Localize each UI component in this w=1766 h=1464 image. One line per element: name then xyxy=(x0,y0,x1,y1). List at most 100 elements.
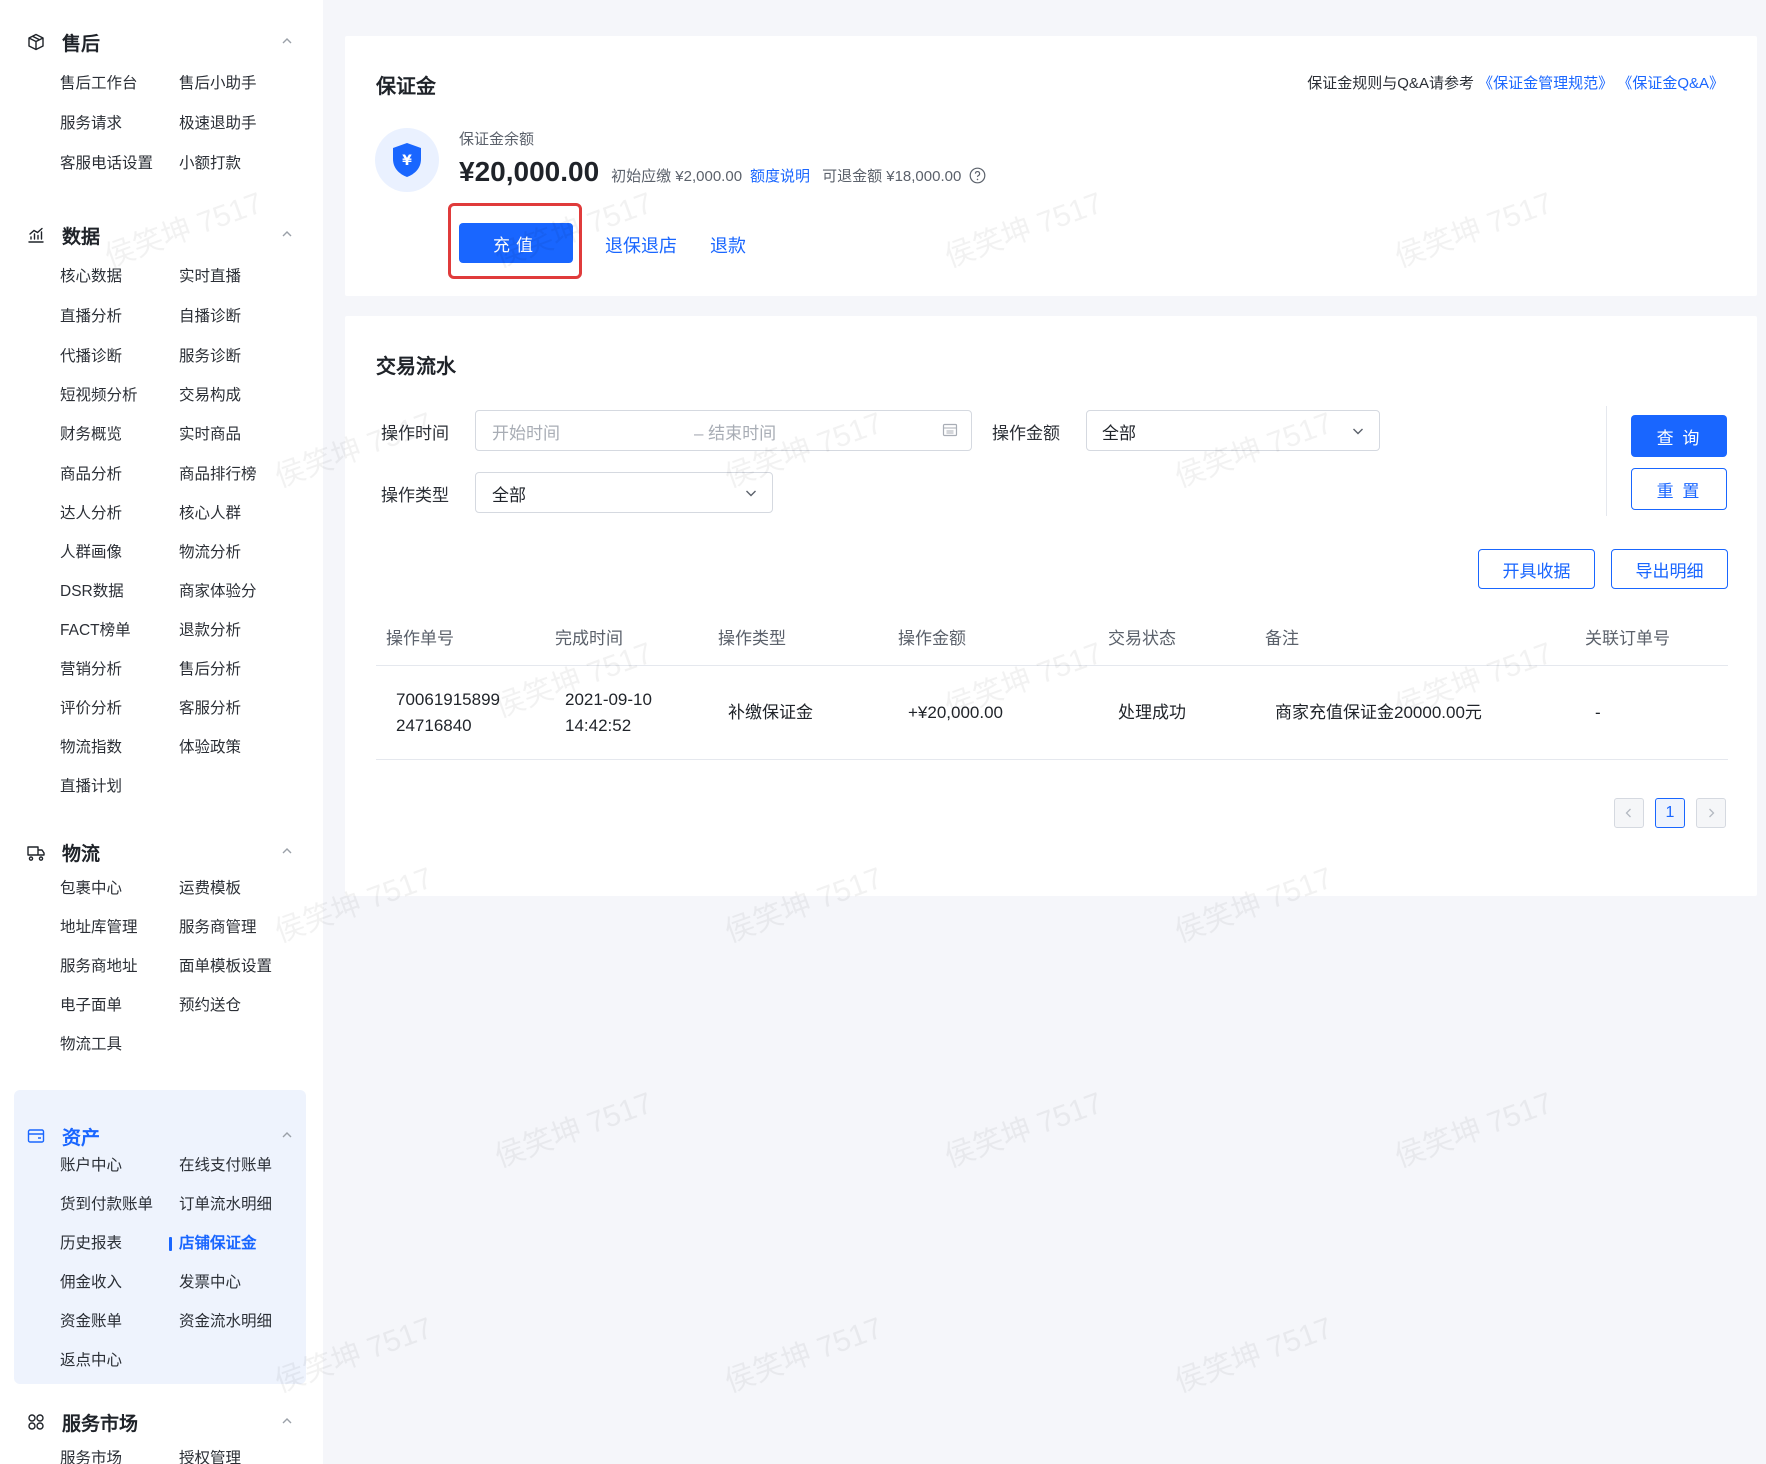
sidebar-item-account-center[interactable]: 账户中心 xyxy=(60,1156,122,1176)
chevron-up-icon[interactable] xyxy=(280,1414,294,1428)
sidebar-item-provider-management[interactable]: 服务商管理 xyxy=(179,918,257,938)
cell-operation-amount: +¥20,000.00 xyxy=(908,703,1004,722)
reset-button[interactable]: 重 置 xyxy=(1631,468,1727,510)
sidebar-item-logistics-analysis[interactable]: 物流分析 xyxy=(179,543,241,563)
column-header-remark: 备注 xyxy=(1265,629,1299,648)
sidebar-item-history-reports[interactable]: 历史报表 xyxy=(60,1234,122,1254)
sidebar-section-header-service-market[interactable]: 服务市场 xyxy=(26,1402,294,1442)
sidebar-item-review-analysis[interactable]: 评价分析 xyxy=(60,699,122,719)
sidebar-item-service-market[interactable]: 服务市场 xyxy=(60,1449,122,1464)
sidebar-item-invoice-center[interactable]: 发票中心 xyxy=(179,1273,241,1293)
sidebar-section-title: 物流 xyxy=(62,843,101,865)
sidebar-item-package-center[interactable]: 包裹中心 xyxy=(60,879,122,899)
sidebar-item-small-payments[interactable]: 小额打款 xyxy=(179,154,241,174)
chevron-up-icon[interactable] xyxy=(280,844,294,858)
sidebar-item-finance-overview[interactable]: 财务概览 xyxy=(60,425,122,445)
sidebar-item-address-library[interactable]: 地址库管理 xyxy=(60,918,138,938)
sidebar-item-short-video-analysis[interactable]: 短视频分析 xyxy=(60,386,138,406)
recharge-button[interactable]: 充值 xyxy=(459,223,573,263)
amount-select-value: 全部 xyxy=(1102,424,1136,443)
pagination-page-button[interactable]: 1 xyxy=(1655,798,1685,828)
sidebar-item-logistics-tools[interactable]: 物流工具 xyxy=(60,1035,122,1055)
sidebar-item-commission-income[interactable]: 佣金收入 xyxy=(60,1273,122,1293)
cell-related-order: - xyxy=(1595,703,1601,722)
pagination-next-button[interactable] xyxy=(1696,798,1726,828)
sidebar-item-marketing-analysis[interactable]: 营销分析 xyxy=(60,660,122,680)
sidebar-item-service-requests[interactable]: 服务请求 xyxy=(60,114,122,134)
sidebar-item-product-analysis[interactable]: 商品分析 xyxy=(60,465,122,485)
sidebar-item-core-data[interactable]: 核心数据 xyxy=(60,267,122,287)
sidebar-item-influencer-analysis[interactable]: 达人分析 xyxy=(60,504,122,524)
export-details-button[interactable]: 导出明细 xyxy=(1611,549,1728,589)
query-button[interactable]: 查 询 xyxy=(1631,415,1727,457)
sidebar-item-cs-phone-settings[interactable]: 客服电话设置 xyxy=(60,154,153,174)
sidebar-section-title: 服务市场 xyxy=(62,1413,139,1435)
sidebar-item-shop-deposit[interactable]: 店铺保证金 xyxy=(169,1234,257,1254)
chevron-up-icon[interactable] xyxy=(280,34,294,48)
question-circle-icon[interactable] xyxy=(969,167,986,184)
column-header-operation-amount: 操作金额 xyxy=(898,629,966,648)
deposit-qa-link[interactable]: 《保证金Q&A》 xyxy=(1617,75,1724,92)
transactions-card xyxy=(345,316,1757,896)
chevron-down-icon[interactable] xyxy=(1351,424,1365,438)
sidebar-item-scheduled-warehouse-delivery[interactable]: 预约送仓 xyxy=(179,996,241,1016)
quota-explanation-link[interactable]: 额度说明 xyxy=(750,165,810,186)
pagination-prev-button[interactable] xyxy=(1614,798,1644,828)
sidebar-item-shipping-template[interactable]: 运费模板 xyxy=(179,879,241,899)
end-time-input[interactable]: – 结束时间 xyxy=(694,419,776,444)
refund-link[interactable]: 退款 xyxy=(710,232,746,258)
sidebar-section-header-data[interactable]: 数据 xyxy=(26,215,294,255)
sidebar-item-waybill-template-settings[interactable]: 面单模板设置 xyxy=(179,957,272,977)
sidebar-item-fact-ranking[interactable]: FACT榜单 xyxy=(60,621,131,641)
sidebar-item-live-broadcast[interactable]: 实时直播 xyxy=(179,267,241,287)
sidebar-item-cs-analysis[interactable]: 客服分析 xyxy=(179,699,241,719)
column-header-operation-id: 操作单号 xyxy=(386,629,454,648)
sidebar-item-rebate-center[interactable]: 返点中心 xyxy=(60,1351,122,1371)
sidebar-item-fund-bill[interactable]: 资金账单 xyxy=(60,1312,122,1332)
watermark-text: 侯笑坤 7517 xyxy=(940,1086,1107,1175)
sidebar-item-online-payment-bill[interactable]: 在线支付账单 xyxy=(179,1156,272,1176)
sidebar-item-merchant-experience-score[interactable]: 商家体验分 xyxy=(179,582,257,602)
sidebar-section-header-after-sales[interactable]: 售后 xyxy=(26,22,294,62)
start-time-input[interactable]: 开始时间 xyxy=(492,419,560,444)
sidebar-item-product-ranking[interactable]: 商品排行榜 xyxy=(179,465,257,485)
sidebar-item-self-broadcast-diagnosis[interactable]: 自播诊断 xyxy=(179,307,241,327)
sidebar-item-logistics-index[interactable]: 物流指数 xyxy=(60,738,122,758)
column-header-transaction-status: 交易状态 xyxy=(1108,629,1176,648)
exit-shop-link[interactable]: 退保退店 xyxy=(605,232,677,258)
sidebar-item-cod-bill[interactable]: 货到付款账单 xyxy=(60,1195,153,1215)
sidebar-item-e-waybill[interactable]: 电子面单 xyxy=(60,996,122,1016)
calendar-icon[interactable] xyxy=(942,422,958,438)
sidebar-item-core-audience[interactable]: 核心人群 xyxy=(179,504,241,524)
sidebar-item-after-sales-analysis[interactable]: 售后分析 xyxy=(179,660,241,680)
sidebar-item-refund-analysis[interactable]: 退款分析 xyxy=(179,621,241,641)
sidebar-item-service-diagnosis[interactable]: 服务诊断 xyxy=(179,347,241,367)
sidebar-item-fund-flow-detail[interactable]: 资金流水明细 xyxy=(179,1312,272,1332)
chevron-up-icon[interactable] xyxy=(280,1128,294,1142)
sidebar-section-logistics: 物流 包裹中心 运费模板 地址库管理 服务商管理 服务商地址 面单模板设置 电子… xyxy=(14,832,306,1062)
sidebar-item-after-sales-workbench[interactable]: 售后工作台 xyxy=(60,74,138,94)
deposit-rules-link[interactable]: 《保证金管理规范》 xyxy=(1478,75,1613,92)
sidebar-item-audience-profile[interactable]: 人群画像 xyxy=(60,543,122,563)
chevron-down-icon[interactable] xyxy=(744,486,758,500)
sidebar-item-live-analysis[interactable]: 直播分析 xyxy=(60,307,122,327)
sidebar-item-dsr-data[interactable]: DSR数据 xyxy=(60,582,124,602)
issue-receipt-button[interactable]: 开具收据 xyxy=(1478,549,1595,589)
page-title: 保证金 xyxy=(376,76,436,98)
sidebar-item-after-sales-assistant[interactable]: 售后小助手 xyxy=(179,74,257,94)
sidebar-item-live-plan[interactable]: 直播计划 xyxy=(60,777,122,797)
svg-text:¥: ¥ xyxy=(402,153,412,169)
sidebar-item-order-flow-detail[interactable]: 订单流水明细 xyxy=(179,1195,272,1215)
sidebar-item-realtime-products[interactable]: 实时商品 xyxy=(179,425,241,445)
sidebar-section-header-logistics[interactable]: 物流 xyxy=(26,832,294,872)
sidebar-item-provider-address[interactable]: 服务商地址 xyxy=(60,957,138,977)
transactions-title: 交易流水 xyxy=(376,356,456,378)
sidebar-item-proxy-broadcast-diagnosis[interactable]: 代播诊断 xyxy=(60,347,122,367)
sidebar-item-transaction-composition[interactable]: 交易构成 xyxy=(179,386,241,406)
chevron-up-icon[interactable] xyxy=(280,227,294,241)
sidebar-nav: 售后 售后工作台 售后小助手 服务请求 极速退助手 客服电话设置 小额打款 数据… xyxy=(0,0,323,1464)
sidebar-item-experience-policy[interactable]: 体验政策 xyxy=(179,738,241,758)
sidebar-item-authorization-management[interactable]: 授权管理 xyxy=(179,1449,241,1464)
sidebar-item-fast-refund-assistant[interactable]: 极速退助手 xyxy=(179,114,257,134)
sidebar-section-header-assets[interactable]: 资产 xyxy=(26,1116,294,1156)
